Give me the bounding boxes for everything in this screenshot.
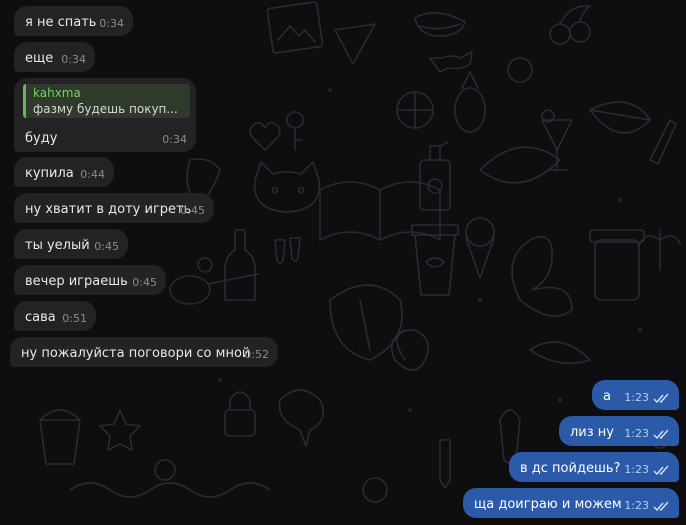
message-time: 1:23 xyxy=(624,499,649,512)
reply-author: kahxma xyxy=(33,86,81,100)
message-text: в дс пойдешь? xyxy=(520,461,621,476)
outgoing-message[interactable]: а 1:23 xyxy=(592,380,679,410)
reply-quote[interactable]: kahxma фазму будешь покуп... xyxy=(23,84,190,118)
double-check-icon xyxy=(653,393,669,404)
message-text: ты уелый xyxy=(25,238,90,253)
message-time: 0:52 xyxy=(244,348,269,361)
double-check-icon xyxy=(653,429,669,440)
message-text: а xyxy=(603,389,611,404)
message-text: вечер играешь xyxy=(25,274,128,289)
double-check-icon xyxy=(653,501,669,512)
reply-preview: фазму будешь покуп... xyxy=(33,102,178,116)
message-time: 0:51 xyxy=(62,312,87,325)
message-time: 1:23 xyxy=(624,391,649,404)
message-text: я не спать xyxy=(25,15,97,30)
incoming-message[interactable]: ты уелый 0:45 xyxy=(14,229,128,259)
incoming-message[interactable]: сава 0:51 xyxy=(14,301,96,331)
double-check-icon xyxy=(653,465,669,476)
incoming-message[interactable]: купила 0:44 xyxy=(14,157,114,187)
message-time: 0:45 xyxy=(132,276,157,289)
incoming-message[interactable]: еще 0:34 xyxy=(14,42,95,72)
message-text: буду xyxy=(25,131,58,146)
message-time: 1:23 xyxy=(624,463,649,476)
outgoing-message[interactable]: ща доиграю и можем 1:23 xyxy=(463,488,679,518)
message-time: 0:34 xyxy=(162,133,187,146)
incoming-message[interactable]: вечер играешь 0:45 xyxy=(14,265,166,295)
message-time: 0:44 xyxy=(80,168,105,181)
message-text: ща доиграю и можем xyxy=(474,497,622,512)
outgoing-message[interactable]: в дс пойдешь? 1:23 xyxy=(509,452,679,482)
message-time: 1:23 xyxy=(624,427,649,440)
message-time: 0:34 xyxy=(99,17,124,30)
chat-messages[interactable]: я не спать 0:34 еще 0:34 kahxma фазму бу… xyxy=(0,0,686,525)
message-time: 0:34 xyxy=(61,53,86,66)
message-time: 0:45 xyxy=(94,240,119,253)
outgoing-message[interactable]: лиз ну 1:23 xyxy=(559,416,679,446)
incoming-reply-message[interactable]: kahxma фазму будешь покуп... буду 0:34 xyxy=(14,78,196,152)
message-text: сава xyxy=(25,310,56,325)
message-text: еще xyxy=(25,51,54,66)
message-time: 0:45 xyxy=(180,204,205,217)
incoming-message[interactable]: я не спать 0:34 xyxy=(14,6,133,36)
message-text: ну пожалуйста поговори со мной xyxy=(21,346,251,361)
message-text: лиз ну xyxy=(570,425,614,440)
message-text: ну хватит в доту игреть xyxy=(25,202,192,217)
incoming-message[interactable]: ну пожалуйста поговори со мной 0:52 xyxy=(10,337,278,367)
incoming-message[interactable]: ну хватит в доту игреть 0:45 xyxy=(14,193,214,223)
message-text: купила xyxy=(25,166,74,181)
